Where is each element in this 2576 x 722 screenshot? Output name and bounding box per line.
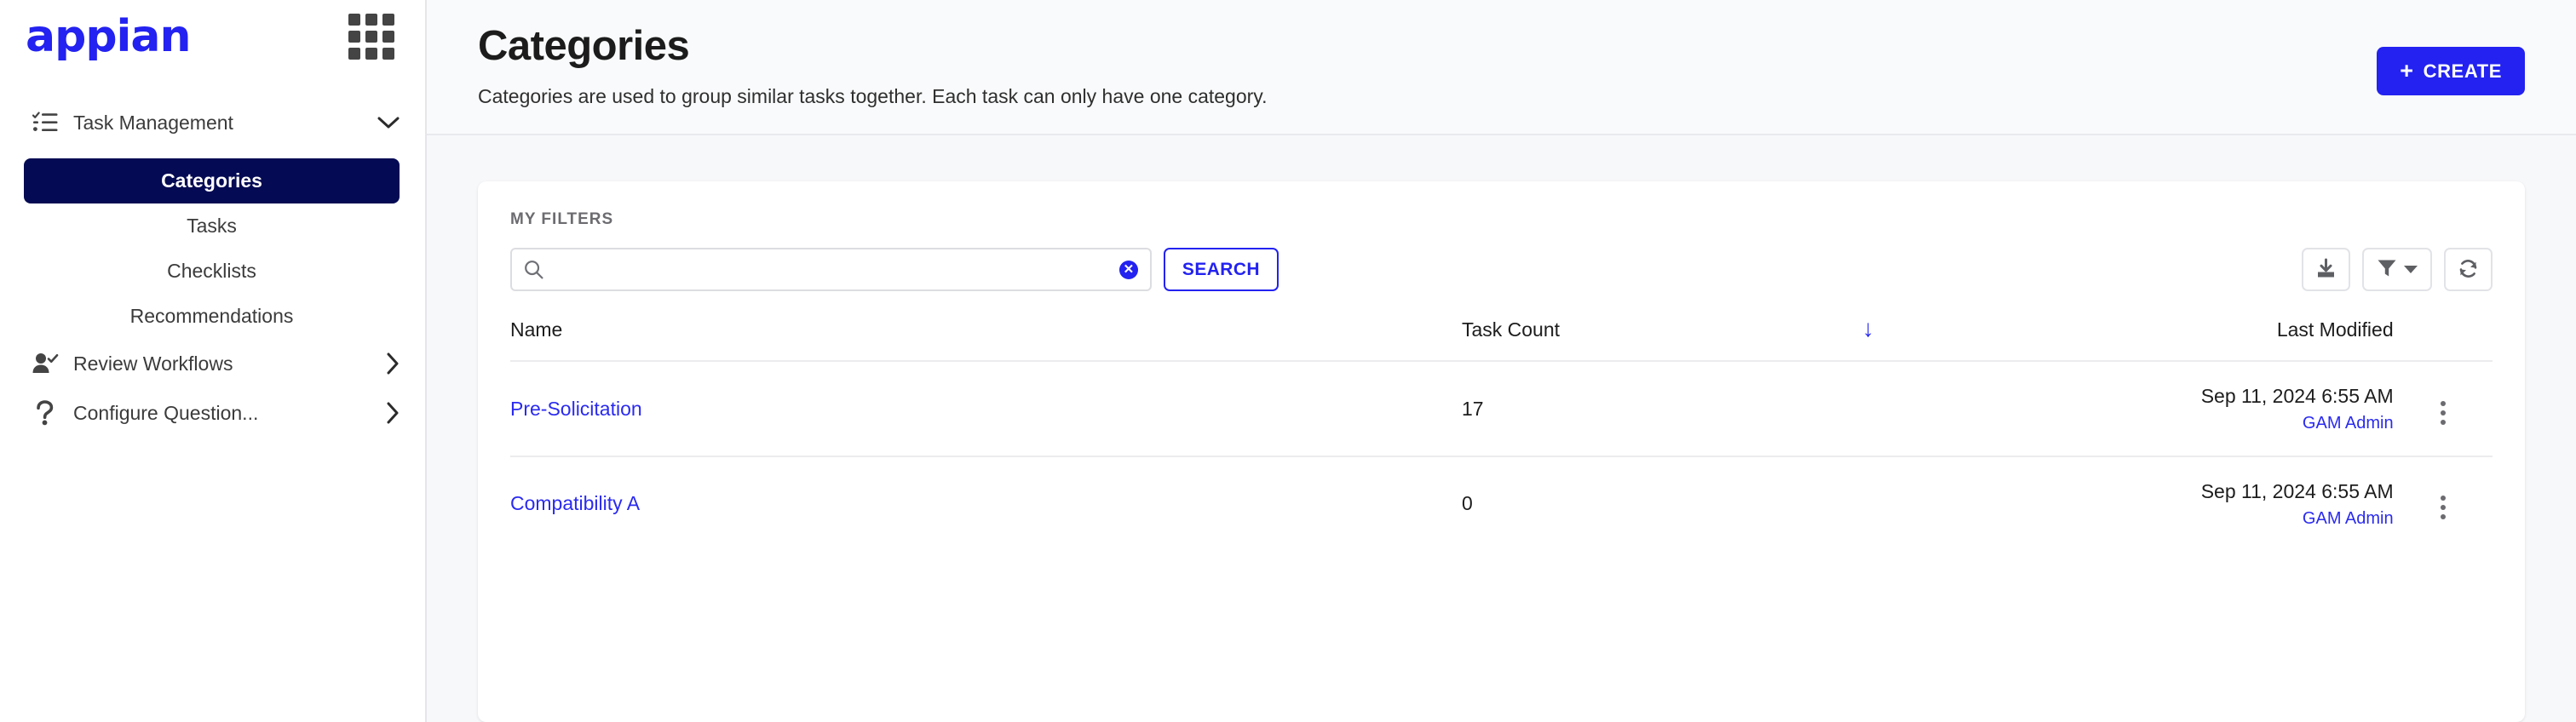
page-title: Categories [478, 23, 690, 69]
filter-button[interactable] [2362, 248, 2432, 292]
sidebar-group-label: Configure Question... [73, 401, 259, 424]
table-header-row: Name Task Count ↓ Last Modified [510, 317, 2493, 361]
search-box[interactable]: ✕ [510, 248, 1152, 292]
download-export-icon [2315, 258, 2337, 282]
table-row: Pre-Solicitation 17 Sep 11, 2024 6:55 AM… [510, 360, 2493, 457]
table-head: Name Task Count ↓ Last Modified [510, 317, 2493, 361]
category-link[interactable]: Pre-Solicitation [510, 398, 642, 420]
kebab-dot [2440, 419, 2446, 425]
cell-actions [2393, 456, 2493, 551]
sidebar-item-categories[interactable]: Categories [24, 158, 400, 203]
table-row: Compatibility A 0 Sep 11, 2024 6:55 AM G… [510, 456, 2493, 551]
export-button[interactable] [2302, 248, 2350, 292]
refresh-button[interactable] [2444, 248, 2493, 292]
cell-last-modified: Sep 11, 2024 6:55 AM GAM Admin [1997, 456, 2394, 551]
grid-dot [365, 13, 377, 26]
question-mark-icon [26, 400, 65, 426]
sidebar-group-label: Task Management [73, 111, 233, 134]
kebab-dot [2440, 400, 2446, 406]
grid-dot [382, 13, 394, 26]
column-header-name[interactable]: Name [510, 317, 1462, 361]
chevron-down-icon [2404, 266, 2418, 274]
main-content: Categories Categories are used to group … [427, 0, 2576, 722]
kebab-dot [2440, 496, 2446, 501]
sidebar-item-checklists[interactable]: Checklists [24, 249, 400, 294]
sidebar-item-label: Categories [161, 169, 262, 192]
sidebar: appian Task Management Categories Tasks … [0, 0, 427, 722]
modified-date: Sep 11, 2024 6:55 AM [2200, 385, 2394, 408]
cell-name: Compatibility A [510, 456, 1462, 551]
categories-table: Name Task Count ↓ Last Modified Pre-Soli… [510, 317, 2493, 551]
appian-logo[interactable]: appian [26, 14, 191, 59]
checklist-icon [26, 112, 65, 134]
kebab-dot [2440, 410, 2446, 415]
sidebar-group-label: Review Workflows [73, 352, 233, 375]
sidebar-item-label: Checklists [167, 260, 256, 282]
search-input[interactable] [543, 259, 1119, 280]
create-button-label: CREATE [2423, 60, 2502, 82]
my-filters-label: MY FILTERS [510, 210, 614, 229]
chevron-right-icon[interactable] [386, 352, 400, 375]
modified-by-link[interactable]: GAM Admin [1997, 509, 2394, 529]
grid-dot [365, 47, 377, 60]
cell-actions [2393, 360, 2493, 457]
cell-sort-spacer [1739, 360, 1998, 457]
sidebar-group-configure-questionnaires[interactable]: Configure Question... [0, 388, 425, 438]
sidebar-item-tasks[interactable]: Tasks [24, 203, 400, 249]
plus-icon: + [2400, 58, 2414, 83]
grid-dot [348, 13, 360, 26]
grid-toolbar [2302, 248, 2493, 292]
category-link[interactable]: Compatibility A [510, 492, 640, 514]
refresh-icon [2458, 258, 2479, 282]
cell-task-count: 17 [1461, 360, 1739, 457]
grid-dot [348, 30, 360, 43]
row-menu-icon[interactable] [2435, 396, 2451, 430]
search-toolbar-row: ✕ SEARCH [510, 248, 2493, 292]
sidebar-item-label: Tasks [187, 215, 237, 237]
modified-by-link[interactable]: GAM Admin [1997, 414, 2394, 433]
modified-date: Sep 11, 2024 6:55 AM [2200, 480, 2394, 503]
kebab-dot [2440, 505, 2446, 511]
funnel-icon [2377, 258, 2397, 281]
sort-descending-icon[interactable]: ↓ [1862, 315, 1874, 341]
app-root: appian Task Management Categories Tasks … [0, 0, 2576, 722]
sidebar-header: appian [0, 0, 425, 72]
create-button[interactable]: + CREATE [2377, 47, 2525, 95]
chevron-down-icon[interactable] [377, 116, 400, 129]
user-check-icon [26, 352, 65, 375]
clear-search-icon[interactable]: ✕ [1118, 260, 1138, 279]
column-header-last-modified[interactable]: Last Modified [1997, 317, 2394, 361]
column-header-actions [2394, 317, 2493, 361]
table-body: Pre-Solicitation 17 Sep 11, 2024 6:55 AM… [510, 360, 2493, 551]
cell-last-modified: Sep 11, 2024 6:55 AM GAM Admin [1997, 360, 2394, 457]
grid-dot [382, 47, 394, 60]
sidebar-item-recommendations[interactable]: Recommendations [24, 294, 400, 339]
content-area: MY FILTERS ✕ SEARCH Name Task Count ↓ La… [427, 135, 2576, 722]
grid-apps-icon[interactable] [348, 13, 394, 60]
sort-indicator-cell: ↓ [1739, 317, 1998, 361]
grid-dot [382, 30, 394, 43]
page-subtitle: Categories are used to group similar tas… [478, 85, 1268, 108]
column-header-task-count[interactable]: Task Count [1462, 317, 1739, 361]
grid-dot [365, 30, 377, 43]
categories-card: MY FILTERS ✕ SEARCH Name Task Count ↓ La… [478, 181, 2525, 722]
search-button[interactable]: SEARCH [1163, 248, 1279, 292]
grid-dot [348, 47, 360, 60]
sidebar-nav: Task Management Categories Tasks Checkli… [0, 72, 425, 438]
magnifier-icon [524, 260, 543, 279]
page-header: Categories Categories are used to group … [427, 0, 2576, 136]
kebab-dot [2440, 514, 2446, 520]
sidebar-group-review-workflows[interactable]: Review Workflows [0, 339, 425, 388]
cell-sort-spacer [1739, 456, 1998, 551]
sidebar-item-label: Recommendations [129, 305, 294, 327]
search-group: ✕ SEARCH [510, 248, 1279, 292]
row-menu-icon[interactable] [2435, 490, 2451, 524]
sidebar-group-task-management[interactable]: Task Management [0, 98, 425, 147]
chevron-right-icon[interactable] [386, 402, 400, 424]
cell-task-count: 0 [1461, 456, 1739, 551]
cell-name: Pre-Solicitation [510, 360, 1462, 457]
